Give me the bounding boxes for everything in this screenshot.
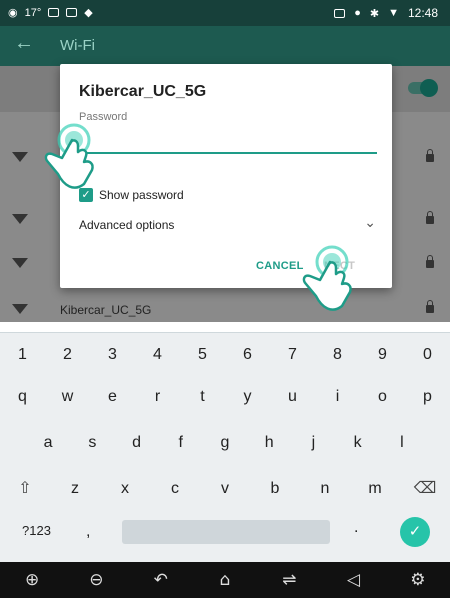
key-l[interactable]: l bbox=[382, 423, 422, 463]
tap-hand-icon bbox=[302, 245, 352, 311]
keyboard-row-a: a s d f g h j k l bbox=[0, 423, 450, 463]
zoom-out-icon[interactable]: ⊖ bbox=[78, 562, 114, 598]
space-bar[interactable] bbox=[122, 520, 330, 544]
key-4[interactable]: 4 bbox=[138, 335, 178, 375]
keyboard-number-row: 1 2 3 4 5 6 7 8 9 0 bbox=[0, 335, 450, 375]
key-6[interactable]: 6 bbox=[228, 335, 268, 375]
wifi-signal-icon bbox=[12, 214, 28, 224]
key-5[interactable]: 5 bbox=[183, 335, 223, 375]
keyboard-row-q: q w e r t y u i o p bbox=[0, 377, 450, 417]
keyboard-row-z: ⇧ z x c v b n m ⌫ bbox=[0, 469, 450, 509]
key-c[interactable]: c bbox=[155, 469, 195, 509]
key-0[interactable]: 0 bbox=[408, 335, 448, 375]
wifi-status-icon: ▼ bbox=[388, 7, 399, 19]
network-name: Kibercar_UC_5G bbox=[60, 303, 152, 317]
key-i[interactable]: i bbox=[318, 377, 358, 417]
split-screen-icon[interactable]: ⇌ bbox=[271, 562, 307, 598]
bluetooth-icon: ✱ bbox=[369, 7, 380, 20]
clock-text: 12:48 bbox=[407, 6, 438, 20]
show-password-label[interactable]: Show password bbox=[99, 188, 184, 202]
back-arrow-icon[interactable]: ← bbox=[14, 32, 34, 55]
key-m[interactable]: m bbox=[355, 469, 395, 509]
key-q[interactable]: q bbox=[3, 377, 43, 417]
app-bar: ← Wi-Fi bbox=[0, 26, 450, 66]
key-o[interactable]: o bbox=[363, 377, 403, 417]
code-icon: ◆ bbox=[84, 7, 93, 19]
back-icon[interactable]: ↶ bbox=[143, 562, 179, 598]
settings-gear-icon[interactable]: ⚙ bbox=[400, 562, 436, 598]
tap-hand-icon bbox=[44, 123, 94, 189]
key-k[interactable]: k bbox=[338, 423, 378, 463]
key-f[interactable]: f bbox=[161, 423, 201, 463]
key-w[interactable]: w bbox=[48, 377, 88, 417]
key-j[interactable]: j bbox=[293, 423, 333, 463]
backspace-icon[interactable]: ⌫ bbox=[405, 469, 445, 509]
period-key[interactable]: . bbox=[354, 519, 358, 537]
key-s[interactable]: s bbox=[72, 423, 112, 463]
zoom-in-icon[interactable]: ⊕ bbox=[14, 562, 50, 598]
volume-icon[interactable]: ◁ bbox=[336, 562, 372, 598]
key-v[interactable]: v bbox=[205, 469, 245, 509]
key-7[interactable]: 7 bbox=[273, 335, 313, 375]
key-x[interactable]: x bbox=[105, 469, 145, 509]
key-2[interactable]: 2 bbox=[48, 335, 88, 375]
key-8[interactable]: 8 bbox=[318, 335, 358, 375]
key-t[interactable]: t bbox=[183, 377, 223, 417]
cast-icon bbox=[334, 8, 346, 18]
toggle-knob bbox=[420, 79, 438, 97]
location-icon: ● bbox=[354, 7, 361, 19]
key-p[interactable]: p bbox=[408, 377, 448, 417]
advanced-options[interactable]: Advanced options bbox=[79, 218, 174, 232]
shield-icon: ◉ bbox=[8, 7, 18, 19]
message-icon bbox=[66, 8, 78, 17]
network-row[interactable]: Kibercar_UC_5G bbox=[0, 290, 450, 328]
status-bar: ◉ 17° ◆ ● ✱ ▼ 12:48 bbox=[0, 0, 450, 26]
lock-icon bbox=[426, 211, 434, 224]
image-icon bbox=[48, 8, 60, 17]
key-b[interactable]: b bbox=[255, 469, 295, 509]
key-u[interactable]: u bbox=[273, 377, 313, 417]
home-icon[interactable]: ⌂ bbox=[207, 562, 243, 598]
wifi-signal-icon bbox=[12, 258, 28, 268]
key-y[interactable]: y bbox=[228, 377, 268, 417]
key-n[interactable]: n bbox=[305, 469, 345, 509]
lock-icon bbox=[426, 149, 434, 162]
chevron-down-icon[interactable]: ⌄ bbox=[364, 214, 376, 231]
key-d[interactable]: d bbox=[117, 423, 157, 463]
lock-icon bbox=[426, 300, 434, 313]
page-title: Wi-Fi bbox=[60, 37, 95, 54]
key-a[interactable]: a bbox=[28, 423, 68, 463]
key-e[interactable]: e bbox=[93, 377, 133, 417]
wifi-signal-icon bbox=[12, 152, 28, 162]
wifi-toggle[interactable] bbox=[408, 79, 438, 97]
comma-key[interactable]: , bbox=[86, 523, 90, 541]
enter-check-icon[interactable]: ✓ bbox=[400, 517, 430, 547]
key-1[interactable]: 1 bbox=[3, 335, 43, 375]
system-nav-bar: ⊕ ⊖ ↶ ⌂ ⇌ ◁ ⚙ bbox=[0, 562, 450, 598]
symbols-key[interactable]: ?123 bbox=[22, 523, 51, 538]
key-z[interactable]: z bbox=[55, 469, 95, 509]
password-input[interactable] bbox=[79, 128, 377, 154]
lock-icon bbox=[426, 255, 434, 268]
key-r[interactable]: r bbox=[138, 377, 178, 417]
wifi-signal-icon bbox=[12, 304, 28, 314]
temperature-text: 17° bbox=[24, 6, 42, 19]
on-screen-keyboard: 1 2 3 4 5 6 7 8 9 0 q w e r t y u i o p … bbox=[0, 332, 450, 562]
shift-icon[interactable]: ⇧ bbox=[5, 469, 45, 509]
key-3[interactable]: 3 bbox=[93, 335, 133, 375]
dialog-title: Kibercar_UC_5G bbox=[79, 83, 207, 100]
key-h[interactable]: h bbox=[249, 423, 289, 463]
key-9[interactable]: 9 bbox=[363, 335, 403, 375]
key-g[interactable]: g bbox=[205, 423, 245, 463]
